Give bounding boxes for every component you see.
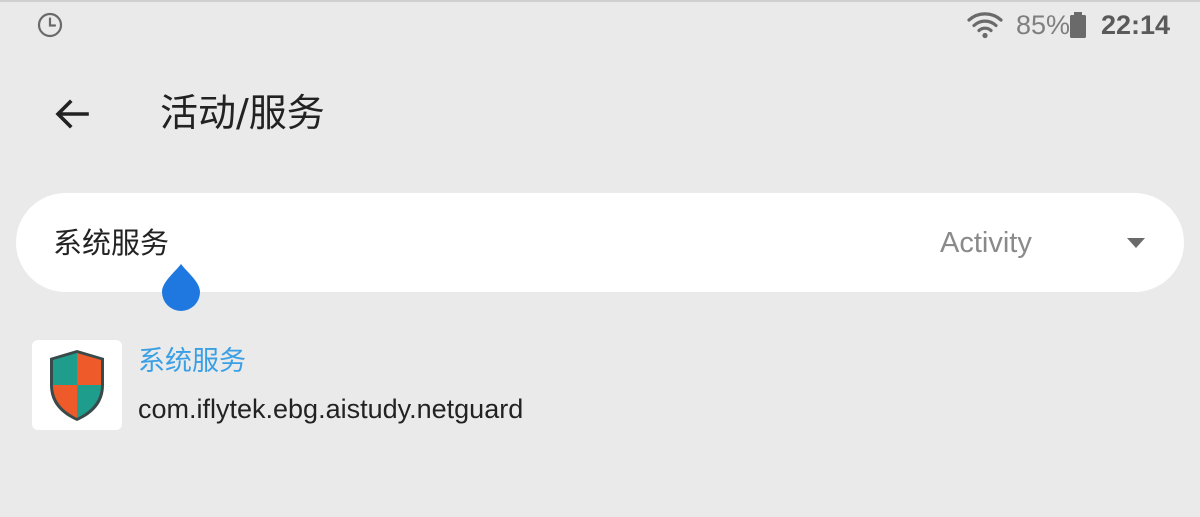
app-package-name: com.iflytek.ebg.aistudy.netguard [138, 394, 524, 424]
back-button[interactable] [44, 86, 100, 142]
status-bar: 85% 22:14 [0, 0, 1200, 50]
search-input[interactable] [53, 218, 653, 268]
type-dropdown-value: Activity [940, 227, 1032, 259]
type-dropdown[interactable]: Activity [930, 212, 1170, 274]
battery-percentage: 85% [1016, 10, 1071, 40]
wifi-icon [967, 12, 1003, 39]
arrow-left-icon [55, 99, 89, 129]
list-item[interactable]: 系统服务 com.iflytek.ebg.aistudy.netguard [32, 340, 1172, 432]
clock-icon [37, 12, 63, 38]
status-time: 22:14 [1101, 10, 1171, 40]
shield-icon [50, 350, 104, 421]
app-icon [32, 340, 122, 430]
text-cursor-handle[interactable] [160, 262, 202, 312]
dropdown-arrow-icon [1127, 238, 1145, 248]
battery-icon [1070, 12, 1086, 38]
app-name: 系统服务 [138, 346, 246, 377]
page-title: 活动/服务 [160, 91, 325, 135]
